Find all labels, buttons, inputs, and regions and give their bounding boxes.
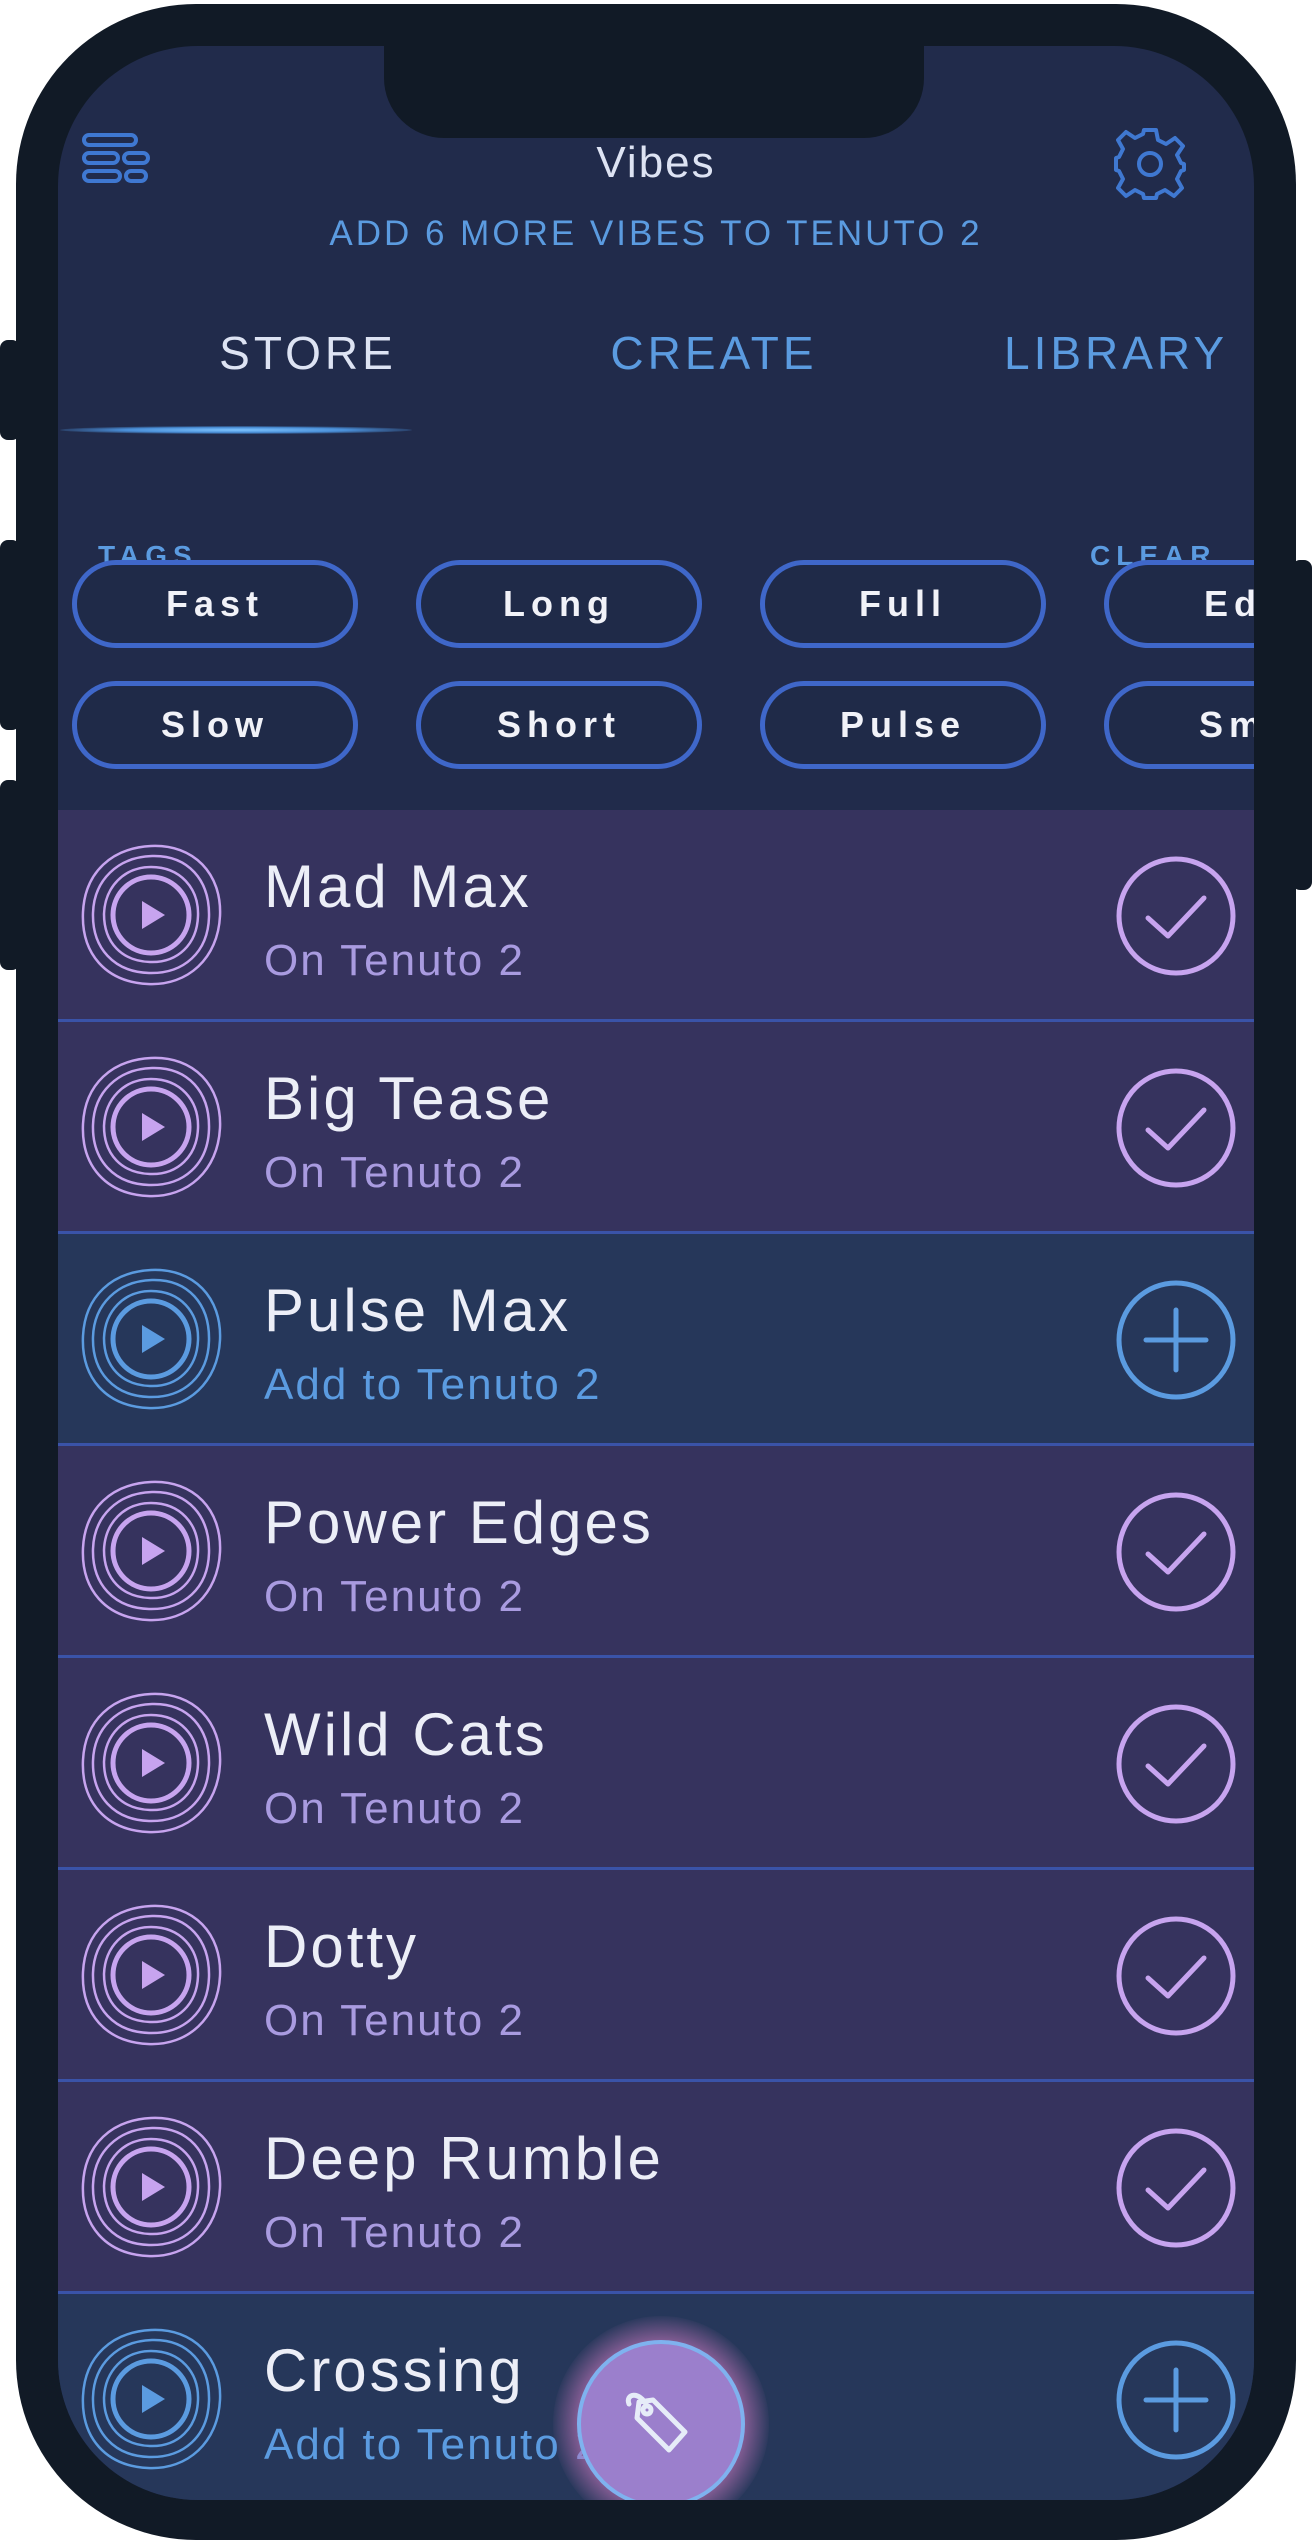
tag-pulse[interactable]: Pulse <box>760 681 1046 769</box>
notch <box>384 46 924 138</box>
play-icon[interactable] <box>76 1688 226 1838</box>
vibe-title: Power Edges <box>264 1489 654 1556</box>
play-icon[interactable] <box>76 1264 226 1414</box>
check-circle-icon[interactable] <box>1114 854 1238 978</box>
tab-create[interactable]: CREATE <box>524 326 904 380</box>
tag-slow[interactable]: Slow <box>72 681 358 769</box>
plus-circle-icon[interactable] <box>1114 1278 1238 1402</box>
vibe-status: On Tenuto 2 <box>264 1784 525 1833</box>
page-subtitle: ADD 6 MORE VIBES TO TENUTO 2 <box>329 214 983 253</box>
vibe-status: Add to Tenuto 2 <box>264 1360 602 1409</box>
tag-edges[interactable]: Edg <box>1104 560 1254 648</box>
vibe-title: Wild Cats <box>264 1701 548 1768</box>
tab-library[interactable]: LIBRARY <box>926 326 1254 380</box>
vibe-row[interactable]: Wild Cats On Tenuto 2 <box>58 1658 1254 1870</box>
vibe-row[interactable]: Power Edges On Tenuto 2 <box>58 1446 1254 1658</box>
vibe-title: Big Tease <box>264 1065 554 1132</box>
app-screen: Vibes ADD 6 MORE VIBES TO TENUTO 2 STORE… <box>58 46 1254 2500</box>
vibe-row[interactable]: Big Tease On Tenuto 2 <box>58 1022 1254 1234</box>
page-title: Vibes <box>596 138 716 187</box>
tag-full[interactable]: Full <box>760 560 1046 648</box>
vibe-title: Pulse Max <box>264 1277 572 1344</box>
tag-short[interactable]: Short <box>416 681 702 769</box>
check-circle-icon[interactable] <box>1114 1066 1238 1190</box>
tag-smooth[interactable]: Smo <box>1104 681 1254 769</box>
tag-icon <box>625 2392 688 2453</box>
vibe-list: Mad Max On Tenuto 2 Big Tease On Tenuto 2 Pu… <box>58 810 1254 2500</box>
vibe-status: On Tenuto 2 <box>264 1572 525 1621</box>
side-button-volume-up <box>0 540 20 730</box>
vibe-title: Dotty <box>264 1913 420 1980</box>
vibe-row[interactable]: Pulse Max Add to Tenuto 2 <box>58 1234 1254 1446</box>
plus-circle-icon[interactable] <box>1114 2338 1238 2462</box>
vibe-row[interactable]: Deep Rumble On Tenuto 2 <box>58 2082 1254 2294</box>
vibe-title: Deep Rumble <box>264 2125 664 2192</box>
vibe-title: Mad Max <box>264 853 532 920</box>
vibe-status: On Tenuto 2 <box>264 2208 525 2257</box>
play-icon[interactable] <box>76 2324 226 2474</box>
side-button-mute <box>0 340 20 440</box>
play-icon[interactable] <box>76 1900 226 2050</box>
tag-long[interactable]: Long <box>416 560 702 648</box>
side-button-power <box>1292 560 1312 890</box>
vibe-status: On Tenuto 2 <box>264 1996 525 2045</box>
check-circle-icon[interactable] <box>1114 1702 1238 1826</box>
vibe-status: On Tenuto 2 <box>264 1148 525 1197</box>
play-icon[interactable] <box>76 840 226 990</box>
vibe-status: On Tenuto 2 <box>264 936 525 985</box>
vibe-row[interactable]: Mad Max On Tenuto 2 <box>58 810 1254 1022</box>
tag-fast[interactable]: Fast <box>72 560 358 648</box>
check-circle-icon[interactable] <box>1114 1914 1238 2038</box>
active-tab-indicator <box>60 426 412 434</box>
vibe-row[interactable]: Dotty On Tenuto 2 <box>58 1870 1254 2082</box>
check-circle-icon[interactable] <box>1114 2126 1238 2250</box>
vibe-title: Crossing <box>264 2337 525 2404</box>
vibe-status: Add to Tenuto 2 <box>264 2420 602 2469</box>
play-icon[interactable] <box>76 1476 226 1626</box>
play-icon[interactable] <box>76 1052 226 1202</box>
check-circle-icon[interactable] <box>1114 1490 1238 1614</box>
tab-store[interactable]: STORE <box>118 326 498 380</box>
side-button-volume-down <box>0 780 20 970</box>
play-icon[interactable] <box>76 2112 226 2262</box>
